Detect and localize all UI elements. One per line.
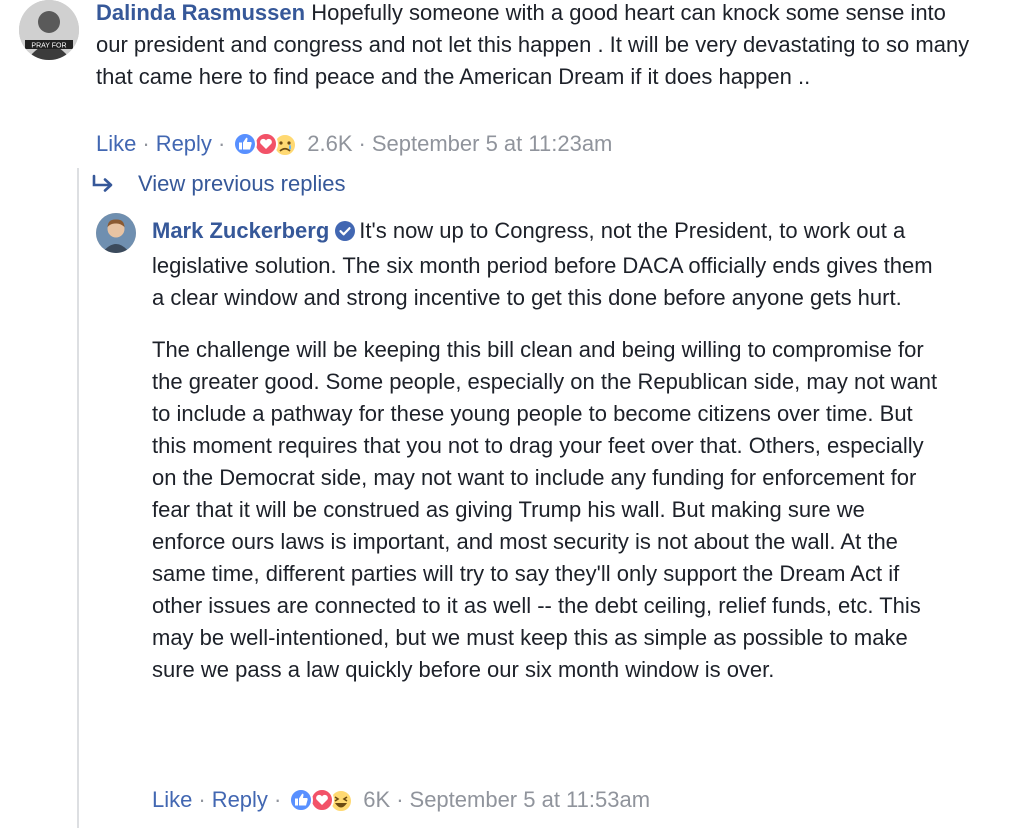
svg-text:PRAY FOR: PRAY FOR (31, 43, 66, 50)
reaction-count[interactable]: 6K (363, 785, 390, 815)
separator-dot: · (396, 787, 404, 812)
commenter-avatar[interactable]: PRAY FOR (19, 0, 79, 60)
view-previous-label[interactable]: View previous replies (138, 171, 345, 197)
reply-author[interactable]: Mark Zuckerberg (152, 218, 329, 243)
avatar-photo (96, 213, 136, 253)
reply-actions: Like · Reply · 6K · September 5 at 11:53… (152, 785, 650, 815)
reply-avatar[interactable] (96, 213, 136, 253)
like-link[interactable]: Like (96, 129, 136, 159)
reply-link[interactable]: Reply (212, 785, 268, 815)
reply-timestamp[interactable]: September 5 at 11:53am (410, 785, 651, 815)
reactions-summary[interactable] (287, 786, 355, 814)
reply-link[interactable]: Reply (156, 129, 212, 159)
comment-body: Dalinda Rasmussen Hopefully someone with… (96, 0, 976, 93)
reply-thread-line (77, 168, 79, 828)
like-icon (233, 132, 258, 156)
reply-paragraph-1: Mark Zuckerberg It's now up to Congress, … (152, 215, 942, 314)
view-previous-replies[interactable]: View previous replies (90, 168, 345, 200)
reaction-icons (233, 132, 298, 157)
reaction-count[interactable]: 2.6K (307, 129, 352, 159)
comment-timestamp[interactable]: September 5 at 11:23am (372, 129, 613, 159)
reactions-summary[interactable] (231, 130, 299, 158)
separator-dot: · (358, 131, 366, 156)
love-icon (310, 788, 335, 812)
comment-actions: Like · Reply · 2.6K · September 5 at 11:… (96, 129, 612, 159)
reply-paragraph-2: The challenge will be keeping this bill … (152, 337, 938, 682)
verified-badge-icon (335, 218, 356, 250)
separator-dot: · (217, 131, 226, 156)
like-icon (289, 788, 314, 812)
like-link[interactable]: Like (152, 785, 192, 815)
separator-dot: · (273, 787, 282, 812)
reply-body: Mark Zuckerberg It's now up to Congress, … (152, 215, 942, 686)
separator-dot: · (142, 131, 150, 156)
reply-arrow-icon (90, 174, 126, 194)
love-icon (254, 132, 279, 156)
reaction-icons (289, 788, 354, 813)
comment-author[interactable]: Dalinda Rasmussen (96, 0, 305, 25)
separator-dot: · (198, 787, 206, 812)
avatar-photo: PRAY FOR (19, 0, 79, 60)
